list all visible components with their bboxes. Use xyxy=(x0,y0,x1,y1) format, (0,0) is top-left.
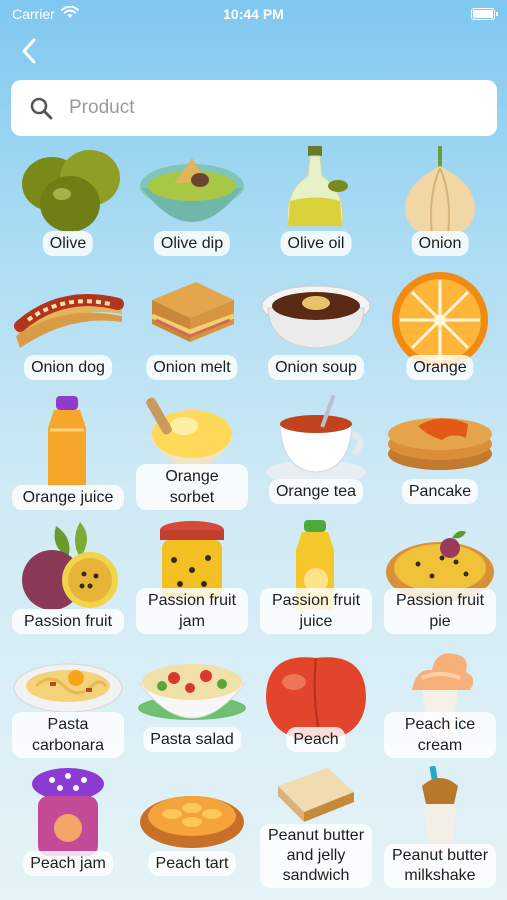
product-tile-peanut-butter-jelly-sandwich[interactable]: Peanut butter and jelly sandwich xyxy=(254,766,378,888)
product-label: Pancake xyxy=(401,479,479,504)
product-tile-olive[interactable]: Olive xyxy=(6,146,130,256)
product-label: Onion xyxy=(411,231,469,256)
product-label: Peanut butter and jelly sandwich xyxy=(260,824,372,888)
product-tile-orange-tea[interactable]: Orange tea xyxy=(254,394,378,504)
product-label: Onion dog xyxy=(24,355,112,380)
battery-icon xyxy=(471,8,498,20)
product-label: Orange tea xyxy=(268,479,364,504)
product-tile-pasta-carbonara[interactable]: Pasta carbonara xyxy=(6,642,130,758)
product-label: Passion fruit pie xyxy=(384,588,496,634)
product-label: Olive oil xyxy=(280,231,352,256)
product-label: Peach tart xyxy=(148,851,236,876)
product-tile-pasta-salad[interactable]: Pasta salad xyxy=(130,642,254,752)
product-tile-peach[interactable]: Peach xyxy=(254,642,378,752)
product-label: Pasta carbonara xyxy=(12,712,124,758)
product-label: Olive dip xyxy=(153,231,231,256)
product-label: Peanut butter milkshake xyxy=(384,844,496,888)
product-label: Peach jam xyxy=(23,851,113,876)
search-icon xyxy=(30,97,53,120)
product-tile-olive-dip[interactable]: Olive dip xyxy=(130,146,254,256)
product-tile-orange-juice[interactable]: Orange juice xyxy=(6,394,130,510)
search-input[interactable] xyxy=(69,97,449,119)
product-label: Peach xyxy=(286,727,346,752)
product-tile-passion-fruit-juice[interactable]: Passion fruit juice xyxy=(254,518,378,634)
product-label: Olive xyxy=(42,231,94,256)
product-label: Orange juice xyxy=(12,485,124,510)
product-tile-peanut-butter-milkshake[interactable]: Peanut butter milkshake xyxy=(378,766,502,888)
product-label: Orange sorbet xyxy=(136,464,248,510)
product-label: Pasta salad xyxy=(143,727,241,752)
product-tile-orange-sorbet[interactable]: Orange sorbet xyxy=(130,394,254,510)
carrier-label: Carrier xyxy=(12,6,55,22)
orange-juice-icon xyxy=(48,396,86,486)
status-left: Carrier xyxy=(12,5,79,22)
product-tile-orange[interactable]: Orange xyxy=(378,270,502,380)
product-tile-passion-fruit[interactable]: Passion fruit xyxy=(6,518,130,634)
chevron-left-icon xyxy=(22,38,36,64)
back-button[interactable] xyxy=(14,36,44,66)
product-tile-onion-melt[interactable]: Onion melt xyxy=(130,270,254,380)
product-tile-passion-fruit-pie[interactable]: Passion fruit pie xyxy=(378,518,502,634)
product-tile-pancake[interactable]: Pancake xyxy=(378,394,502,504)
product-tile-onion-dog[interactable]: Onion dog xyxy=(6,270,130,380)
product-tile-olive-oil[interactable]: Olive oil xyxy=(254,146,378,256)
wifi-icon xyxy=(60,5,79,22)
product-grid: Olive Olive dip Olive oil Onion Onion do… xyxy=(0,146,507,888)
nav-bar xyxy=(0,28,507,74)
product-tile-passion-fruit-jam[interactable]: Passion fruit jam xyxy=(130,518,254,634)
product-label: Onion soup xyxy=(268,355,364,380)
product-label: Onion melt xyxy=(146,355,238,380)
product-tile-peach-ice-cream[interactable]: Peach ice cream xyxy=(378,642,502,758)
product-label: Peach ice cream xyxy=(384,712,496,758)
product-tile-peach-jam[interactable]: Peach jam xyxy=(6,766,130,876)
search-bar[interactable] xyxy=(11,80,497,136)
product-label: Passion fruit xyxy=(12,609,124,634)
product-tile-peach-tart[interactable]: Peach tart xyxy=(130,766,254,876)
product-tile-onion[interactable]: Onion xyxy=(378,146,502,256)
product-label: Passion fruit juice xyxy=(260,588,372,634)
status-bar: Carrier 10:44 PM xyxy=(0,0,507,28)
product-tile-onion-soup[interactable]: Onion soup xyxy=(254,270,378,380)
product-label: Passion fruit jam xyxy=(136,588,248,634)
product-label: Orange xyxy=(406,355,474,380)
passion-fruit-icon xyxy=(22,522,118,610)
